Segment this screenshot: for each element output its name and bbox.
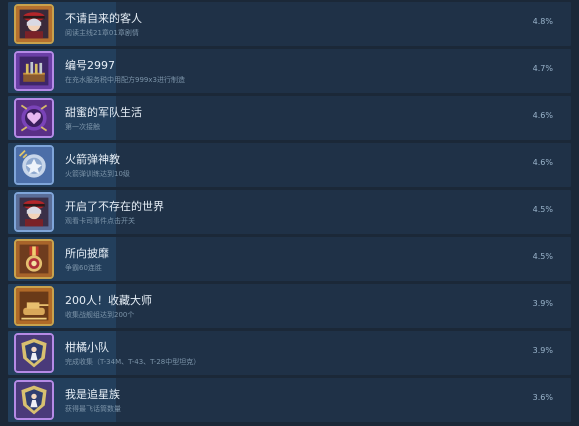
achievement-description: 观看卡司事件点击开关 xyxy=(65,217,135,225)
achievement-list: 不请自来的客人 阅读主线21章01章剧情 4.8% 编号2997 在充水服务税中… xyxy=(0,0,579,426)
unlock-percent: 3.9% xyxy=(532,299,553,308)
unlock-percent: 4.6% xyxy=(532,158,553,167)
achievement-title: 火箭弹神教 xyxy=(65,153,120,166)
achievement-row[interactable]: 开启了不存在的世界 观看卡司事件点击开关 4.5% xyxy=(8,190,571,234)
achievement-row[interactable]: 200人！收藏大师 收集战舰组达到200个 3.9% xyxy=(8,284,571,328)
achievement-description: 火箭弹训练达到10级 xyxy=(65,170,130,178)
soldier-shield-icon xyxy=(14,380,54,420)
unlock-percent: 4.5% xyxy=(532,252,553,261)
achievement-row[interactable]: 我是追星族 获得最飞话筒数量 3.6% xyxy=(8,378,571,422)
achievement-description: 阅读主线21章01章剧情 xyxy=(65,29,139,37)
achievement-row[interactable]: 甜蜜的军队生活 第一次接触 4.6% xyxy=(8,96,571,140)
achievement-title: 所向披靡 xyxy=(65,247,109,260)
soldier-shield-icon xyxy=(14,333,54,373)
achievement-title: 甜蜜的军队生活 xyxy=(65,106,142,119)
achievement-row[interactable]: 不请自来的客人 阅读主线21章01章剧情 4.8% xyxy=(8,2,571,46)
supply-crate-icon xyxy=(14,51,54,91)
achievement-row[interactable]: 所向披靡 争霸60连胜 4.5% xyxy=(8,237,571,281)
officer-portrait-icon xyxy=(14,4,54,44)
achievement-title: 200人！收藏大师 xyxy=(65,294,152,307)
unlock-percent: 4.7% xyxy=(532,64,553,73)
unlock-percent: 4.8% xyxy=(532,17,553,26)
achievement-description: 在充水服务税中用配方999x3进行制造 xyxy=(65,76,185,84)
unlock-percent: 4.5% xyxy=(532,205,553,214)
achievement-description: 争霸60连胜 xyxy=(65,264,102,272)
achievement-row[interactable]: 火箭弹神教 火箭弹训练达到10级 4.6% xyxy=(8,143,571,187)
achievement-row[interactable]: 编号2997 在充水服务税中用配方999x3进行制造 4.7% xyxy=(8,49,571,93)
achievement-description: 收集战舰组达到200个 xyxy=(65,311,135,319)
unlock-percent: 4.6% xyxy=(532,111,553,120)
achievement-description: 第一次接触 xyxy=(65,123,100,131)
officer-portrait-icon xyxy=(14,192,54,232)
achievement-title: 柑橘小队 xyxy=(65,341,109,354)
achievement-title: 我是追星族 xyxy=(65,388,120,401)
achievement-row[interactable]: 柑橘小队 完成收集（T-34M、T-43、T-28中型坦克） 3.9% xyxy=(8,331,571,375)
rocket-medal-icon xyxy=(14,145,54,185)
tank-emblem-icon xyxy=(14,286,54,326)
achievement-description: 完成收集（T-34M、T-43、T-28中型坦克） xyxy=(65,358,201,366)
medal-icon xyxy=(14,239,54,279)
achievement-description: 获得最飞话筒数量 xyxy=(65,405,121,413)
achievement-title: 开启了不存在的世界 xyxy=(65,200,164,213)
purple-heart-emblem-icon xyxy=(14,98,54,138)
achievement-title: 编号2997 xyxy=(65,59,115,72)
achievement-title: 不请自来的客人 xyxy=(65,12,142,25)
unlock-percent: 3.6% xyxy=(532,393,553,402)
unlock-percent: 3.9% xyxy=(532,346,553,355)
